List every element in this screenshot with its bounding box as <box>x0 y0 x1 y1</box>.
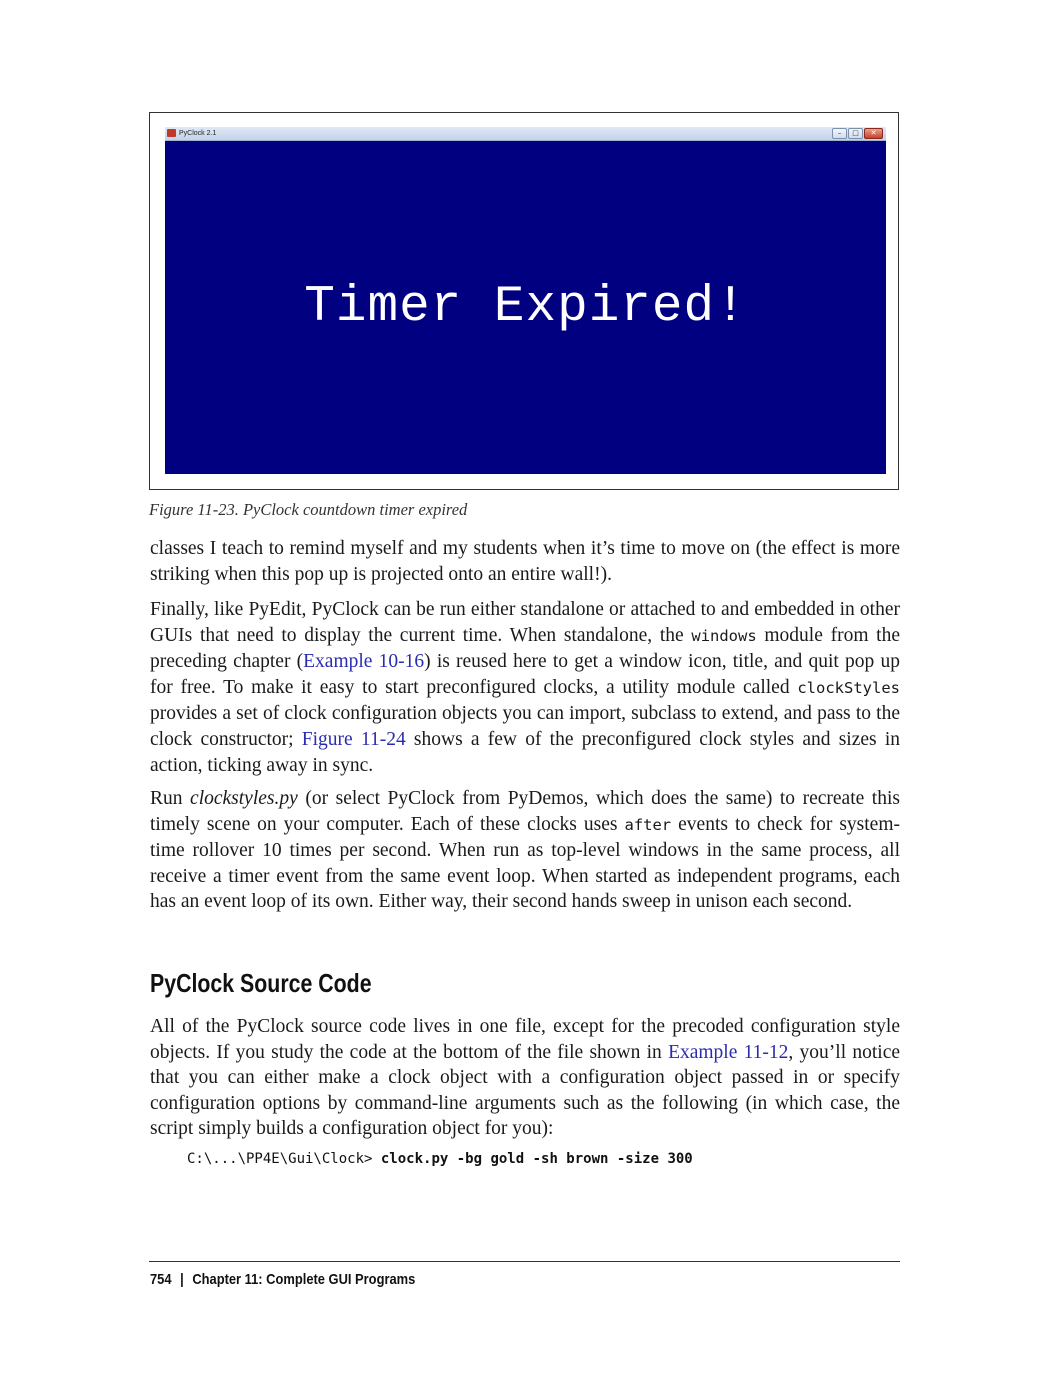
timer-expired-message: Timer Expired! <box>304 279 747 336</box>
paragraph-1: classes I teach to remind myself and my … <box>150 538 900 585</box>
footer-separator: | <box>180 1271 184 1288</box>
window-title: PyClock 2.1 <box>179 130 217 137</box>
paragraph-4: All of the PyClock source code lives in … <box>150 1016 901 1140</box>
command-prompt: C:\...\PP4E\Gui\Clock> <box>187 1151 381 1167</box>
window-controls: – □ ✕ <box>832 128 883 139</box>
chapter-title: Chapter 11: Complete GUI Programs <box>192 1271 416 1288</box>
example-link[interactable]: Example 11-12 <box>668 1042 788 1063</box>
minimize-icon[interactable]: – <box>832 128 847 139</box>
filename-emphasis: clockstyles.py <box>190 788 298 809</box>
inline-code: windows <box>691 626 757 645</box>
command-input: clock.py -bg gold -sh brown -size 300 <box>380 1151 693 1167</box>
paragraph-3: Run clockstyles.py (or select PyClock fr… <box>150 788 900 913</box>
page-footer: 754 | Chapter 11: Complete GUI Programs <box>150 1271 415 1288</box>
paragraph-2: Finally, like PyEdit, PyClock can be run… <box>150 599 901 776</box>
page-number: 754 <box>150 1271 172 1288</box>
inline-code: clockStyles <box>797 678 900 697</box>
clock-display-area: Timer Expired! <box>165 141 886 474</box>
footer-rule <box>149 1261 900 1262</box>
close-icon[interactable]: ✕ <box>864 128 883 139</box>
figure-link[interactable]: Figure 11-24 <box>302 729 406 750</box>
pyclock-window: PyClock 2.1 – □ ✕ Timer Expired! <box>165 127 886 474</box>
figure-caption: Figure 11-23. PyClock countdown timer ex… <box>149 500 468 519</box>
example-link[interactable]: Example 10-16 <box>303 651 424 672</box>
tk-feather-icon <box>167 129 176 137</box>
command-line-example: C:\...\PP4E\Gui\Clock> clock.py -bg gold… <box>187 1151 693 1167</box>
maximize-icon[interactable]: □ <box>848 128 863 139</box>
section-heading: PyClock Source Code <box>150 968 372 998</box>
window-titlebar[interactable]: PyClock 2.1 – □ ✕ <box>165 127 886 141</box>
inline-code: after <box>624 815 672 834</box>
figure-frame: PyClock 2.1 – □ ✕ Timer Expired! <box>149 112 899 490</box>
